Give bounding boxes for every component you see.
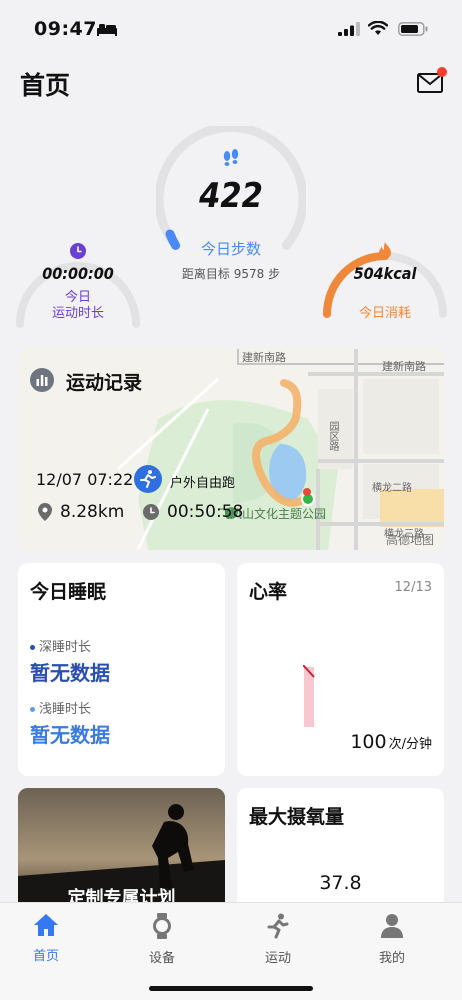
sleep-card[interactable]: 今日睡眠 深睡时长 暂无数据 浅睡时长 暂无数据: [18, 563, 225, 776]
chart-icon: [30, 368, 54, 392]
clock-icon: [70, 243, 86, 259]
deep-sleep-value: 暂无数据: [30, 661, 110, 685]
heart-rate-bar: [303, 665, 315, 727]
bed-icon: [97, 24, 117, 36]
light-sleep-dot: [30, 707, 35, 712]
unread-badge: [437, 67, 447, 77]
map-label-road: 建新南路: [382, 360, 426, 373]
footprints-icon: [223, 149, 239, 166]
heart-date: 12/13: [394, 580, 432, 595]
workout-distance: 8.28km: [60, 502, 125, 522]
tab-home[interactable]: 首页: [6, 913, 86, 964]
tab-sport[interactable]: 运动: [238, 913, 318, 966]
deep-sleep-label-row: 深睡时长: [30, 636, 91, 655]
workout-elapsed: 00:50:58: [167, 502, 244, 522]
map-watermark: 高德地图: [386, 533, 435, 547]
duration-gauge[interactable]: 00:00:00 今日 运动时长: [14, 236, 142, 336]
steps-gauge[interactable]: 422 今日步数 距离目标 9578 步: [156, 126, 306, 286]
custom-plan-card[interactable]: 定制专属计划: [18, 788, 225, 918]
vo2-title: 最大摄氧量: [249, 806, 345, 828]
location-pin-icon: [38, 503, 52, 521]
light-sleep-value: 暂无数据: [30, 723, 110, 747]
person-icon: [381, 914, 403, 938]
clock-icon: [143, 504, 159, 520]
watch-icon: [153, 913, 171, 939]
workout-record-card[interactable]: 建新南路 建新南路 横龙二路 横龙三路 园区路 飞凤山文化主题公园 高德地图 运…: [18, 349, 444, 550]
map-label-road: 建新南路: [242, 351, 286, 364]
light-sleep-label-row: 浅睡时长: [30, 698, 91, 717]
sleep-title: 今日睡眠: [30, 581, 107, 603]
tab-label: 运动: [264, 951, 291, 966]
calories-value: 504kcal: [353, 264, 417, 283]
deep-sleep-label: 深睡时长: [39, 640, 92, 655]
heart-reading: 100 次/分钟: [350, 731, 432, 753]
tab-bar: 首页 设备 运动 我的: [0, 902, 462, 1000]
tab-profile[interactable]: 我的: [352, 913, 432, 966]
duration-value: 00:00:00: [42, 264, 114, 283]
steps-value: 422: [199, 176, 263, 216]
vo2max-card[interactable]: 最大摄氧量 37.8: [237, 788, 444, 918]
workout-title: 运动记录: [66, 372, 143, 394]
run-icon: [267, 913, 289, 939]
tab-label: 设备: [148, 951, 175, 966]
home-icon: [34, 914, 58, 936]
messages-button[interactable]: [417, 67, 447, 94]
deep-sleep-dot: [30, 645, 35, 650]
map-label-road: 园区路: [327, 421, 338, 451]
tab-label: 我的: [378, 951, 405, 966]
duration-label-2: 运动时长: [51, 306, 104, 321]
heart-rate-card[interactable]: 心率 12/13 100 次/分钟: [237, 563, 444, 776]
heart-unit: 次/分钟: [388, 737, 432, 752]
workout-type: 户外自由跑: [170, 476, 236, 491]
heart-title: 心率: [249, 581, 288, 603]
tab-label: 首页: [32, 949, 59, 964]
map-label-road: 横龙二路: [372, 483, 412, 494]
calories-gauge[interactable]: 504kcal 今日消耗: [321, 208, 449, 338]
flame-icon: [379, 242, 391, 259]
battery-icon: [398, 22, 428, 36]
signal-icon: [338, 22, 360, 36]
status-bar: 09:47: [0, 0, 462, 56]
steps-label: 今日步数: [200, 240, 261, 258]
vo2-value: 37.8: [319, 872, 362, 894]
wifi-icon: [368, 21, 388, 35]
light-sleep-label: 浅睡时长: [39, 702, 92, 717]
running-icon: [134, 465, 162, 493]
home-indicator: [149, 986, 313, 991]
status-time: 09:47: [34, 18, 97, 40]
heart-value: 100: [350, 731, 387, 753]
tab-device[interactable]: 设备: [122, 913, 202, 966]
workout-datetime: 12/07 07:22: [36, 470, 134, 489]
calories-label: 今日消耗: [358, 306, 411, 321]
page-title: 首页: [20, 71, 71, 100]
steps-target: 距离目标 9578 步: [181, 267, 281, 281]
